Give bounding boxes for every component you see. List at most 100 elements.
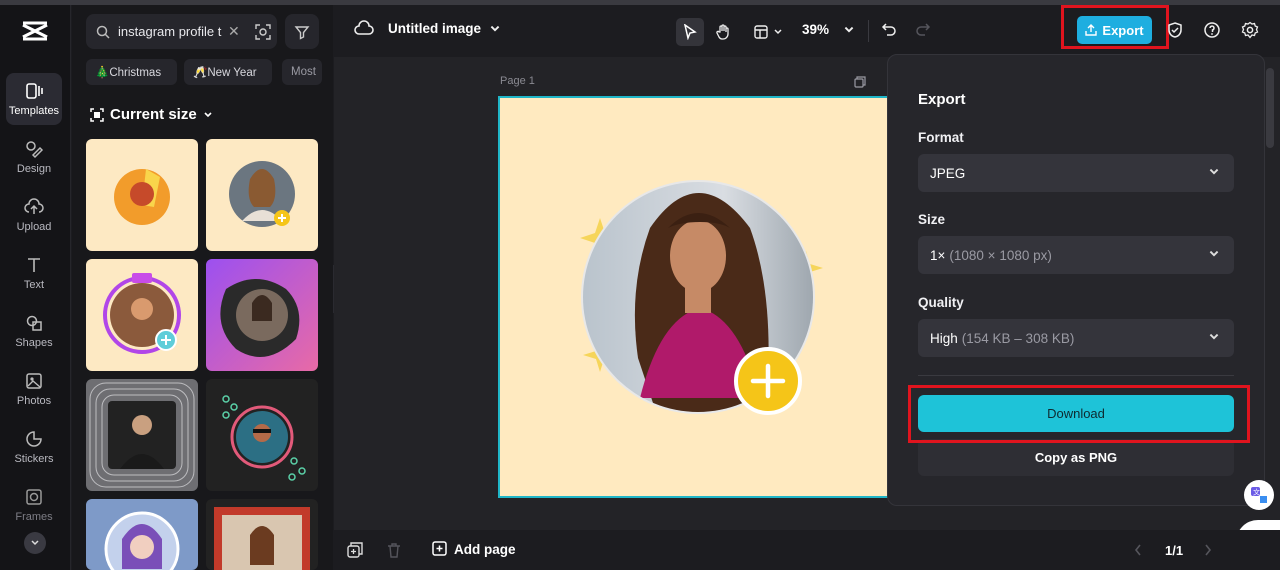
format-select[interactable]: JPEG: [918, 154, 1234, 192]
redo-icon: [916, 23, 931, 36]
undo-button[interactable]: [880, 21, 898, 39]
chip-christmas[interactable]: 🎄Christmas: [86, 59, 177, 85]
rail-item-design[interactable]: Design: [6, 131, 62, 183]
toolbar-divider: [868, 20, 869, 42]
profile-photo-design[interactable]: [500, 98, 888, 496]
design-icon: [26, 141, 44, 159]
size-value: 1×: [930, 247, 946, 263]
format-label: Format: [918, 130, 964, 145]
template-thumbnail[interactable]: [206, 139, 318, 251]
current-size-dropdown[interactable]: Current size: [90, 106, 213, 123]
document-title: Untitled image: [388, 21, 482, 36]
quality-detail: (154 KB – 308 KB): [961, 330, 1075, 346]
quality-value: High: [930, 330, 958, 346]
upload-icon: [24, 198, 44, 214]
hand-tool-button[interactable]: [712, 20, 736, 44]
add-page-button[interactable]: Add page: [432, 541, 516, 557]
image-search-icon[interactable]: [254, 23, 272, 41]
translate-button[interactable]: 文: [1244, 480, 1274, 510]
help-icon: [1204, 22, 1220, 38]
layout-dropdown[interactable]: [750, 20, 786, 44]
rail-more-button[interactable]: [24, 532, 46, 554]
chevron-down-icon: [1209, 250, 1219, 257]
previous-page-button[interactable]: [1133, 543, 1143, 557]
add-page-icon: [432, 541, 447, 556]
stickers-icon: [26, 431, 42, 447]
size-select[interactable]: 1× (1080 × 1080 px): [918, 236, 1234, 274]
document-title-dropdown[interactable]: Untitled image: [388, 21, 501, 36]
chevron-down-icon: [490, 25, 500, 32]
frames-icon: [26, 489, 42, 505]
rail-label: Shapes: [15, 337, 53, 349]
hand-icon: [716, 24, 729, 40]
cursor-icon: [683, 24, 697, 40]
rail-item-text[interactable]: Text: [6, 247, 62, 299]
shield-icon: [1168, 22, 1182, 38]
cloud-save-icon[interactable]: [354, 20, 374, 36]
template-thumbnail[interactable]: [86, 259, 198, 371]
current-size-label: Current size: [110, 106, 197, 123]
search-icon: [96, 25, 110, 39]
search-value: instagram profile t: [118, 24, 222, 39]
settings-button[interactable]: [1241, 21, 1259, 39]
rail-item-frames[interactable]: Frames: [6, 479, 62, 531]
chevron-down-icon: [1209, 168, 1219, 175]
svg-text:文: 文: [1253, 488, 1260, 497]
page-counter: 1/1: [1165, 543, 1184, 558]
help-button[interactable]: [1203, 21, 1221, 39]
copy-icon: [854, 76, 866, 88]
resize-icon: [90, 107, 104, 122]
template-thumbnail[interactable]: [86, 499, 198, 570]
format-value: JPEG: [930, 165, 966, 181]
undo-icon: [881, 23, 896, 36]
chip-new-year[interactable]: 🥂New Year: [184, 59, 272, 85]
design-page[interactable]: [498, 96, 890, 498]
size-detail: (1080 × 1080 px): [949, 247, 1052, 263]
template-thumbnail[interactable]: [206, 499, 318, 570]
zoom-dropdown-chevron[interactable]: [843, 24, 855, 36]
filter-button[interactable]: [285, 14, 319, 49]
chevron-down-icon: [204, 111, 212, 117]
highlight-export-box: [1061, 5, 1169, 49]
add-page-label: Add page: [454, 541, 516, 557]
scrollbar[interactable]: [1266, 68, 1274, 148]
export-panel-title: Export: [918, 91, 966, 108]
rail-item-photos[interactable]: Photos: [6, 363, 62, 415]
duplicate-button[interactable]: [347, 542, 363, 558]
chevron-down-icon: [31, 540, 39, 546]
rail-item-stickers[interactable]: Stickers: [6, 421, 62, 473]
quality-select[interactable]: High (154 KB – 308 KB): [918, 319, 1234, 357]
quality-label: Quality: [918, 295, 964, 310]
shield-button[interactable]: [1166, 21, 1184, 39]
select-tool-button[interactable]: [676, 18, 704, 46]
rail-item-upload[interactable]: Upload: [6, 189, 62, 241]
next-page-button[interactable]: [1203, 543, 1213, 557]
size-label: Size: [918, 212, 946, 227]
rail-label: Upload: [16, 221, 52, 233]
trash-icon: [388, 543, 400, 558]
delete-button[interactable]: [386, 542, 402, 558]
panel-divider: [918, 375, 1234, 376]
clear-search-icon[interactable]: ✕: [228, 23, 240, 40]
template-search-input[interactable]: instagram profile t ✕: [86, 14, 277, 49]
chevron-down-icon: [774, 29, 782, 35]
rail-item-shapes[interactable]: Shapes: [6, 305, 62, 357]
zoom-level[interactable]: 39%: [802, 22, 829, 37]
template-thumbnail[interactable]: [86, 379, 198, 491]
highlight-download-box: [908, 385, 1250, 443]
rail-item-templates[interactable]: Templates: [6, 73, 62, 125]
copy-as-png-button[interactable]: Copy as PNG: [918, 439, 1234, 476]
redo-button[interactable]: [914, 21, 932, 39]
rail-label: Templates: [8, 105, 60, 117]
capcut-logo-icon[interactable]: [20, 19, 50, 48]
chip-most[interactable]: Most: [282, 59, 322, 85]
chevron-down-icon: [844, 26, 854, 33]
template-thumbnail[interactable]: [86, 139, 198, 251]
text-icon: [28, 258, 40, 272]
shapes-icon: [26, 315, 42, 331]
filter-icon: [294, 25, 310, 40]
template-thumbnail[interactable]: [206, 379, 318, 491]
rail-label: Frames: [15, 511, 53, 523]
template-thumbnail[interactable]: [206, 259, 318, 371]
duplicate-page-button[interactable]: [854, 76, 866, 88]
